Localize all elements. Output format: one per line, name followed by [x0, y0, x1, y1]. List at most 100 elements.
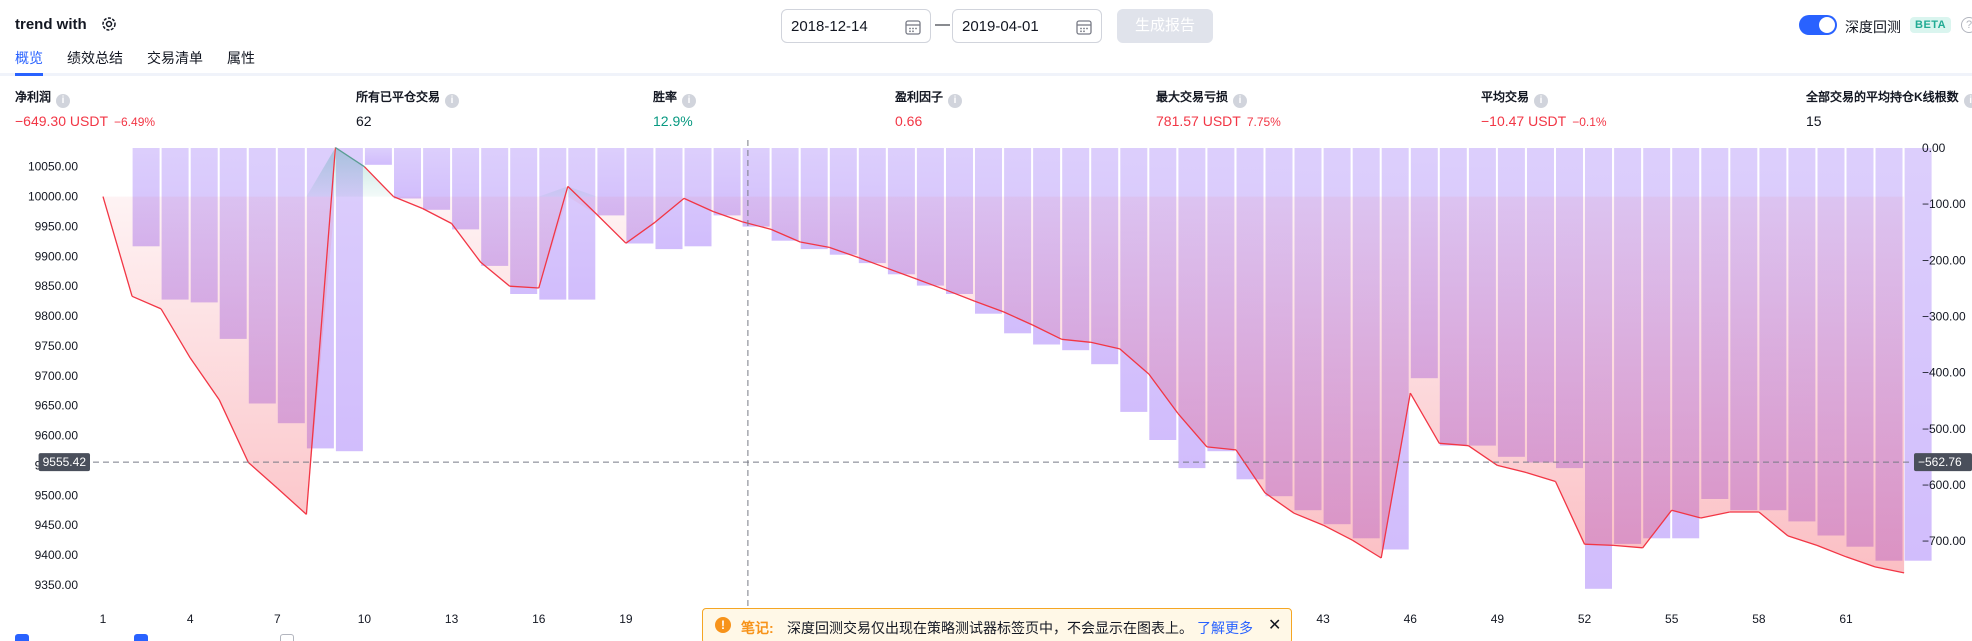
left-axis-tick-label: 9950.00	[35, 220, 79, 234]
x-axis-tick-label: 49	[1491, 612, 1505, 626]
start-date-value: 2018-12-14	[791, 18, 868, 35]
info-icon[interactable]: i	[948, 94, 963, 108]
drawdown-bar	[568, 148, 596, 300]
toggle-knob	[1819, 17, 1835, 33]
left-axis-tick-label: 9600.00	[35, 429, 79, 443]
x-axis-tick-label: 61	[1839, 612, 1853, 626]
tab-bar: 概览 绩效总结 交易清单 属性	[0, 48, 1972, 76]
left-axis-tick-label: 9900.00	[35, 249, 79, 263]
right-axis-tick-label: −700.00	[1922, 534, 1966, 548]
left-axis-tick-label: 9850.00	[35, 279, 79, 293]
equity-chart[interactable]: 10050.00 10000.00 9950.00 9900.00 9850.00 980…	[0, 140, 1972, 630]
close-icon[interactable]: ✕	[1268, 615, 1281, 635]
metric-net-profit: 净利润 i −649.30 USDT −6.49%	[15, 88, 155, 129]
x-axis-tick-label: 10	[358, 612, 372, 626]
right-axis-tick-label: −200.00	[1922, 253, 1966, 267]
metric-value: 12.9%	[653, 113, 693, 129]
metric-avg-trade: 平均交易 i −10.47 USDT −0.1%	[1481, 88, 1607, 129]
metric-label: 胜率	[653, 90, 678, 104]
metric-label: 平均交易	[1481, 90, 1530, 104]
left-axis-tick-label: 10050.00	[28, 160, 78, 174]
x-axis-tick-label: 7	[274, 612, 281, 626]
right-axis-tick-label: −300.00	[1922, 310, 1966, 324]
metric-value: 15	[1806, 113, 1822, 129]
x-axis-tick-label: 43	[1316, 612, 1330, 626]
left-axis-tick-label: 9450.00	[35, 518, 79, 532]
generate-report-button[interactable]: 生成报告	[1117, 9, 1213, 43]
metric-percent: −6.49%	[114, 115, 156, 129]
metric-value: 0.66	[895, 113, 923, 129]
calendar-icon[interactable]	[904, 18, 922, 36]
end-date-value: 2019-04-01	[962, 18, 1039, 35]
tab-trade-list[interactable]: 交易清单	[147, 48, 203, 76]
deep-backtest-label: 深度回测	[1845, 19, 1901, 35]
deep-backtest-toggle[interactable]	[1799, 15, 1837, 35]
metric-value: −10.47 USDT	[1481, 113, 1567, 129]
x-axis-tick-label: 58	[1752, 612, 1766, 626]
metric-label: 全部交易的平均持仓K线根数	[1806, 90, 1959, 104]
legend-row	[0, 634, 1972, 641]
info-icon[interactable]: i	[682, 94, 697, 108]
left-axis-tick-label: 9350.00	[35, 578, 79, 592]
x-axis-tick-label: 52	[1578, 612, 1592, 626]
metric-percent: −0.1%	[1572, 115, 1607, 129]
right-axis-tick-label: −600.00	[1922, 478, 1966, 492]
strategy-name: trend with	[15, 16, 87, 33]
right-axis-tick-label: −500.00	[1922, 422, 1966, 436]
help-icon[interactable]: ?	[1961, 17, 1972, 33]
crosshair-left-label: 9555.42	[43, 455, 87, 469]
left-axis-tick-label: 9700.00	[35, 369, 79, 383]
drawdown-bar	[394, 148, 421, 199]
metric-label: 所有已平仓交易	[356, 90, 441, 104]
metric-avg-bars: 全部交易的平均持仓K线根数 i 15	[1806, 88, 1972, 129]
equity-loss-area	[103, 196, 1905, 573]
metric-value: 781.57 USDT	[1156, 113, 1241, 129]
x-axis-tick-label: 55	[1665, 612, 1679, 626]
left-axis-tick-label: 9500.00	[35, 488, 79, 502]
tab-performance-summary[interactable]: 绩效总结	[67, 48, 123, 76]
x-axis-tick-label: 13	[445, 612, 459, 626]
info-icon[interactable]: i	[56, 94, 71, 108]
metric-max-drawdown: 最大交易亏损 i 781.57 USDT 7.75%	[1156, 88, 1281, 129]
tab-overview[interactable]: 概览	[15, 48, 43, 76]
left-axis-tick-label: 9650.00	[35, 399, 79, 413]
end-date-field[interactable]: 2019-04-01	[952, 9, 1102, 43]
top-bar: trend with 2018-12-14 — 2019-04-01 生成报告 …	[0, 0, 1972, 50]
left-axis-tick-label: 9750.00	[35, 339, 79, 353]
drawdown-bar	[364, 148, 392, 165]
info-icon[interactable]: i	[1963, 94, 1972, 108]
right-axis-tick-label: −400.00	[1922, 366, 1966, 380]
metric-label: 净利润	[15, 90, 52, 104]
crosshair-right-label: −562.76	[1918, 455, 1962, 469]
legend-checkbox[interactable]	[134, 634, 148, 641]
start-date-field[interactable]: 2018-12-14	[781, 9, 931, 43]
x-axis-tick-label: 16	[532, 612, 546, 626]
left-axis-tick-label: 9800.00	[35, 309, 79, 323]
metric-label: 盈利因子	[895, 90, 944, 104]
left-axis-tick-label: 9400.00	[35, 548, 79, 562]
metric-closed-trades: 所有已平仓交易 i 62	[356, 88, 460, 129]
legend-checkbox[interactable]	[15, 634, 29, 641]
gear-icon[interactable]	[100, 15, 118, 33]
x-axis-tick-label: 4	[187, 612, 194, 626]
metric-percent: 7.75%	[1246, 115, 1281, 129]
right-axis-tick-label: −100.00	[1922, 197, 1966, 211]
info-icon[interactable]: i	[1233, 94, 1248, 108]
metric-win-rate: 胜率 i 12.9%	[653, 88, 697, 129]
metric-label: 最大交易亏损	[1156, 90, 1229, 104]
warning-icon: !	[715, 617, 731, 633]
date-separator: —	[935, 16, 950, 33]
x-axis-tick-label: 1	[100, 612, 107, 626]
metric-profit-factor: 盈利因子 i 0.66	[895, 88, 963, 129]
calendar-icon[interactable]	[1075, 18, 1093, 36]
info-icon[interactable]: i	[1534, 94, 1549, 108]
x-axis-tick-label: 19	[619, 612, 633, 626]
tab-properties[interactable]: 属性	[227, 48, 255, 76]
right-axis-tick-label: 0.00	[1922, 141, 1946, 155]
x-axis-tick-label: 46	[1404, 612, 1418, 626]
left-axis-tick-label: 10000.00	[28, 190, 78, 204]
info-icon[interactable]: i	[445, 94, 460, 108]
beta-badge: BETA	[1910, 17, 1952, 33]
metric-value: −649.30 USDT	[15, 113, 108, 129]
legend-checkbox[interactable]	[280, 634, 294, 641]
